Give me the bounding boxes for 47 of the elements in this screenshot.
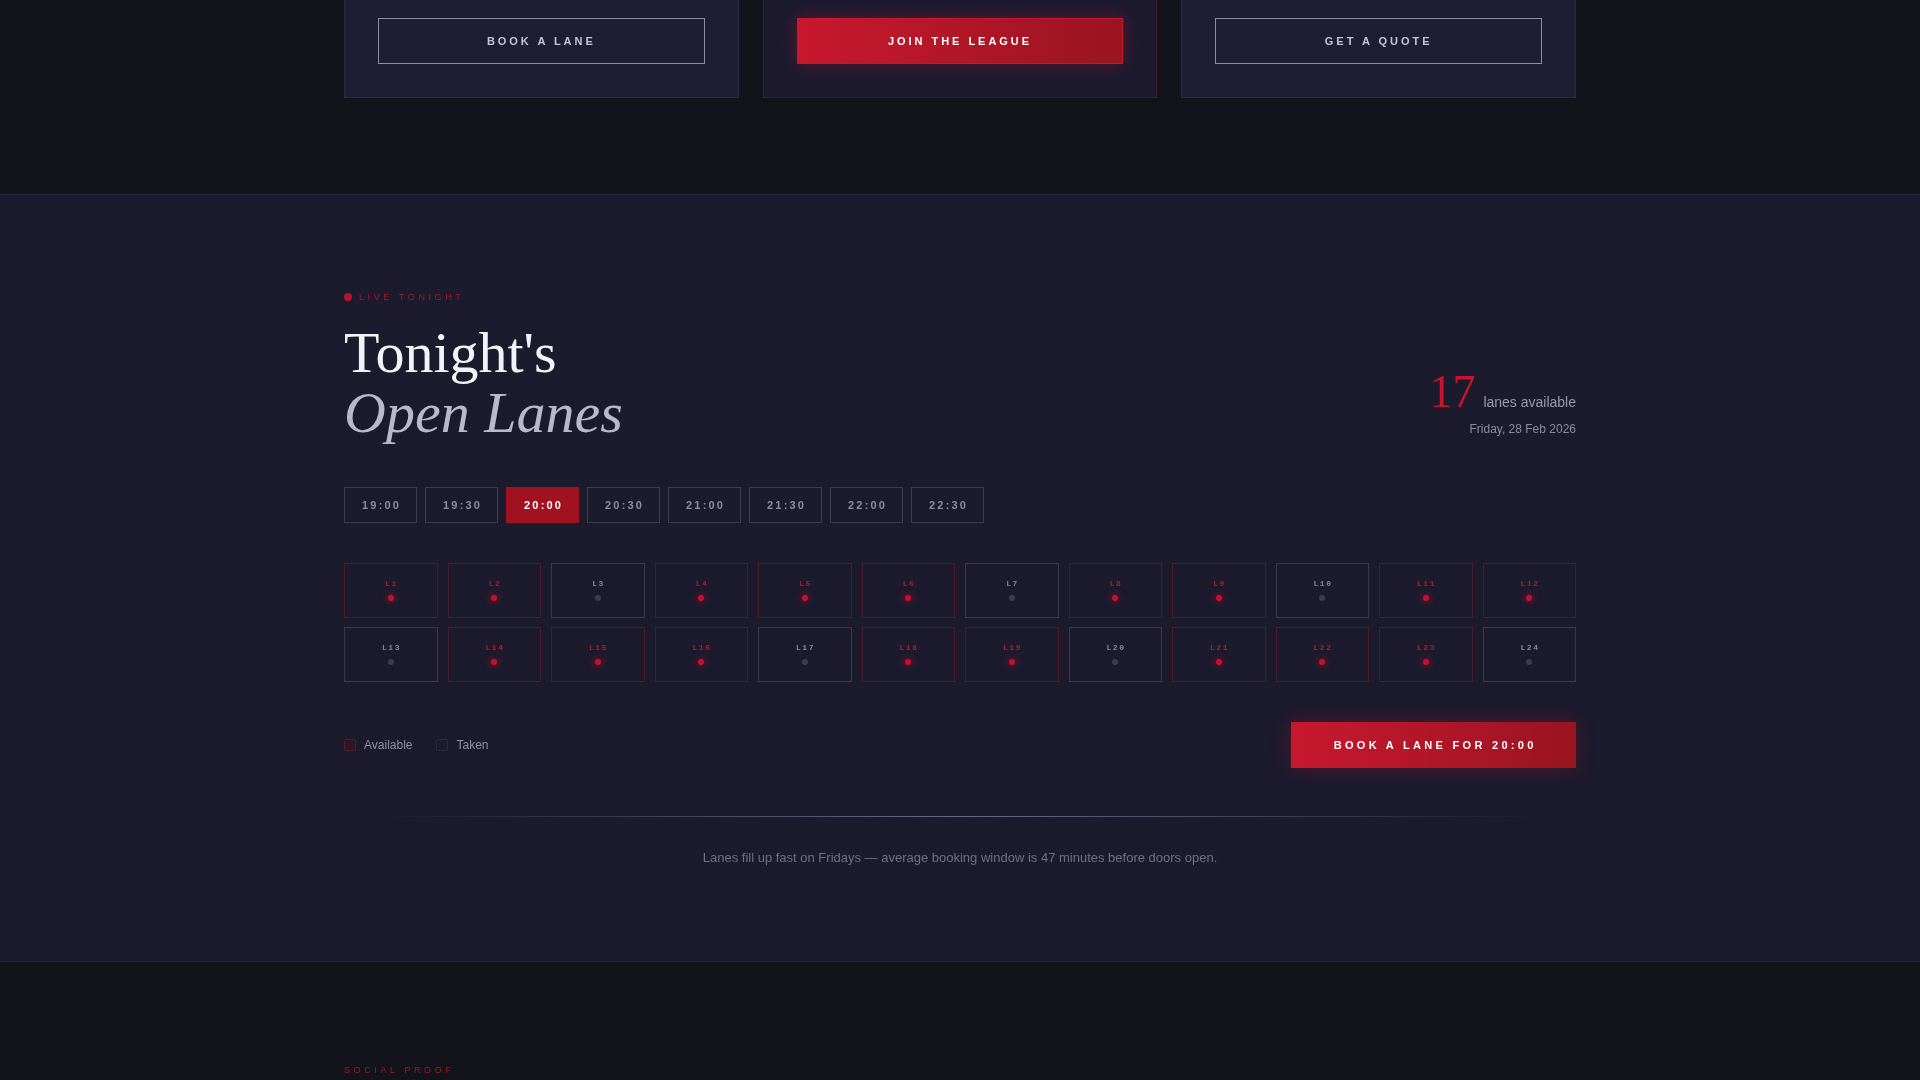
lane-tile[interactable]: L19 bbox=[965, 627, 1059, 682]
lane-tile[interactable]: L4 bbox=[654, 563, 748, 618]
lane-tile[interactable]: L17 bbox=[758, 627, 852, 682]
lane-tile[interactable]: L14 bbox=[447, 627, 541, 682]
lane-tile[interactable]: L6 bbox=[861, 563, 955, 618]
lane-tile[interactable]: L1 bbox=[344, 563, 438, 618]
section-title: Tonight's bbox=[344, 323, 558, 383]
count-label: lanes available bbox=[1483, 393, 1576, 412]
time-slot-button[interactable]: 22:00 bbox=[830, 487, 903, 523]
lane-tile[interactable]: L8 bbox=[1068, 563, 1162, 618]
lane-tile[interactable]: L21 bbox=[1172, 627, 1266, 682]
lane-tile[interactable]: L16 bbox=[654, 627, 748, 682]
lane-tile[interactable]: L2 bbox=[447, 563, 541, 618]
lane-tile[interactable]: L15 bbox=[551, 627, 645, 682]
section-title-italic: Open Lanes bbox=[344, 383, 623, 443]
lane-tile[interactable]: L11 bbox=[1379, 563, 1473, 618]
lane-tile[interactable]: L22 bbox=[1275, 627, 1369, 682]
legend-label: Available bbox=[364, 737, 413, 753]
time-slot-button[interactable]: 19:00 bbox=[344, 487, 417, 523]
lane-tile[interactable]: L18 bbox=[861, 627, 955, 682]
time-slot-button[interactable]: 20:30 bbox=[587, 487, 660, 523]
date-label: Friday, 28 Feb 2026 bbox=[1469, 421, 1576, 437]
lane-tile[interactable]: L7 bbox=[965, 563, 1059, 618]
time-slot-button[interactable]: 22:30 bbox=[911, 487, 984, 523]
legend-swatch-icon bbox=[344, 739, 356, 751]
lane-tile[interactable]: L13 bbox=[344, 627, 438, 682]
cta-button[interactable]: BOOK A LANE bbox=[378, 18, 705, 64]
lane-tile[interactable]: L9 bbox=[1172, 563, 1266, 618]
book-lane-button[interactable]: BOOK A LANE FOR 20:00 bbox=[1291, 722, 1576, 768]
time-slot-button[interactable]: 19:30 bbox=[425, 487, 498, 523]
lane-tile[interactable]: L20 bbox=[1068, 627, 1162, 682]
booking-note: Lanes fill up fast on Fridays — average booking window is 47 minutes before doors open. bbox=[701, 849, 1219, 867]
time-slot-button[interactable]: 21:30 bbox=[749, 487, 822, 523]
lane-tile[interactable]: L5 bbox=[758, 563, 852, 618]
lane-tile[interactable]: L3 bbox=[551, 563, 645, 618]
cta-button[interactable]: JOIN THE LEAGUE bbox=[796, 18, 1124, 64]
time-slot-button[interactable]: 21:00 bbox=[668, 487, 741, 523]
lane-tile[interactable]: L10 bbox=[1275, 563, 1369, 618]
time-slot-button[interactable]: 20:00 bbox=[506, 487, 579, 523]
legend-label: Taken bbox=[456, 737, 489, 753]
section-eyebrow: LIVE TONIGHT bbox=[359, 291, 465, 303]
lane-tile[interactable]: L12 bbox=[1482, 563, 1576, 618]
section-eyebrow: SOCIAL PROOF bbox=[344, 1065, 455, 1075]
cta-button[interactable]: GET A QUOTE bbox=[1215, 18, 1542, 64]
lane-tile[interactable]: L24 bbox=[1482, 627, 1576, 682]
available-count: 17 bbox=[1429, 367, 1476, 417]
lane-tile[interactable]: L23 bbox=[1379, 627, 1473, 682]
